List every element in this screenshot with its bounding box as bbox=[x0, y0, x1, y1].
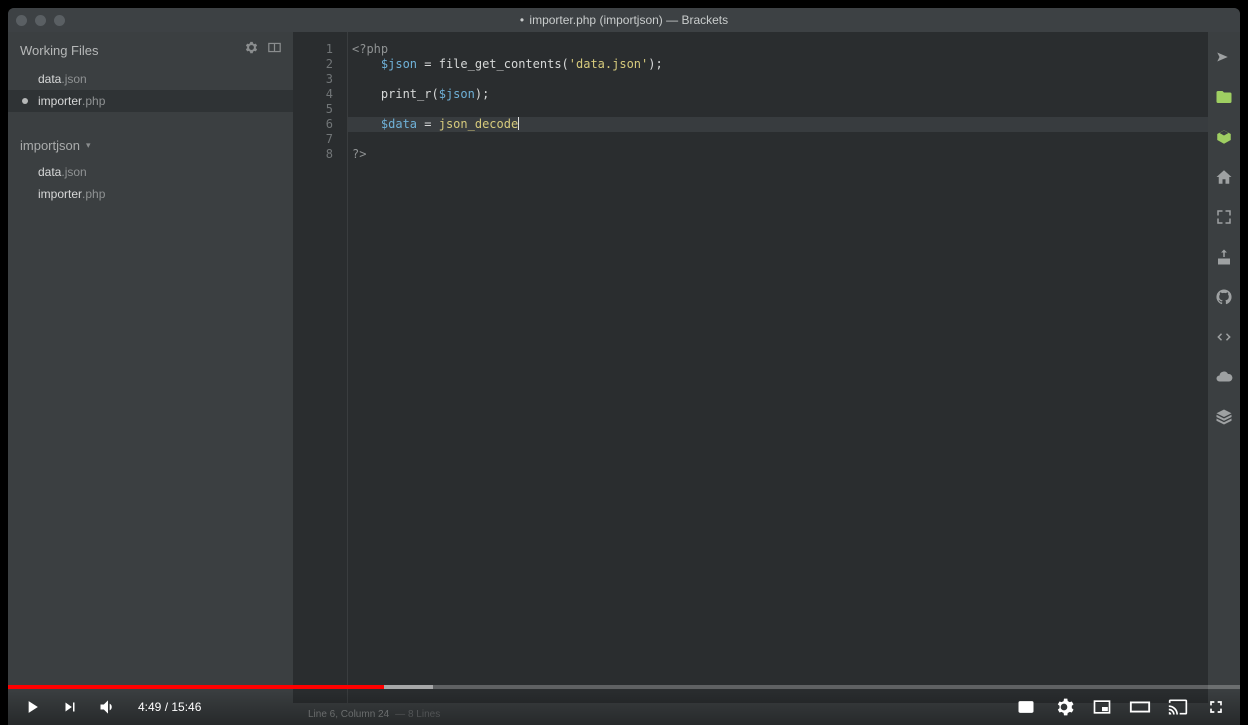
cloud-icon[interactable] bbox=[1215, 368, 1233, 386]
code-line[interactable]: $json = file_get_contents('data.json'); bbox=[348, 57, 1208, 72]
folder-icon[interactable] bbox=[1215, 88, 1233, 106]
code-line[interactable]: <?php bbox=[348, 42, 1208, 57]
line-number: 1 bbox=[293, 42, 347, 57]
code-line[interactable]: ?> bbox=[348, 147, 1208, 162]
working-files-header: Working Files bbox=[8, 32, 293, 68]
box-icon[interactable] bbox=[1215, 128, 1233, 146]
working-files-list: data.jsonimporter.php bbox=[8, 68, 293, 112]
main-area: Working Files data.jsonimporter.php impo… bbox=[8, 32, 1240, 703]
fullscreen-icon[interactable] bbox=[1215, 208, 1233, 226]
project-header[interactable]: importjson ▾ bbox=[8, 130, 293, 161]
dirty-indicator: • bbox=[520, 13, 524, 27]
settings-button[interactable] bbox=[1052, 695, 1076, 719]
sidebar: Working Files data.jsonimporter.php impo… bbox=[8, 32, 293, 703]
extension-rail bbox=[1208, 32, 1240, 703]
close-icon[interactable] bbox=[16, 15, 27, 26]
traffic-lights[interactable] bbox=[16, 15, 65, 26]
home-icon[interactable] bbox=[1215, 168, 1233, 186]
volume-button[interactable] bbox=[96, 695, 120, 719]
editor[interactable]: 12345678 <?php $json = file_get_contents… bbox=[293, 32, 1208, 703]
project-file-item[interactable]: data.json bbox=[8, 161, 293, 183]
fullscreen-button[interactable] bbox=[1204, 695, 1228, 719]
file-ext: .json bbox=[61, 165, 86, 179]
line-number: 4 bbox=[293, 87, 347, 102]
code-line[interactable] bbox=[348, 72, 1208, 87]
line-number: 7 bbox=[293, 132, 347, 147]
titlebar: • importer.php (importjson) — Brackets bbox=[8, 8, 1240, 32]
project-files-list: data.jsonimporter.php bbox=[8, 161, 293, 205]
code-line[interactable] bbox=[348, 132, 1208, 147]
extract-icon[interactable] bbox=[1215, 248, 1233, 266]
next-button[interactable] bbox=[58, 695, 82, 719]
gear-icon[interactable] bbox=[245, 41, 258, 59]
window-title: • importer.php (importjson) — Brackets bbox=[520, 13, 728, 27]
line-number: 6 bbox=[293, 117, 347, 132]
chevron-down-icon: ▾ bbox=[86, 140, 91, 151]
file-basename: importer bbox=[38, 187, 82, 201]
file-basename: data bbox=[38, 165, 61, 179]
line-number: 2 bbox=[293, 57, 347, 72]
split-view-icon[interactable] bbox=[268, 41, 281, 59]
file-basename: data bbox=[38, 72, 61, 86]
video-controls: 4:49 / 15:46 bbox=[8, 689, 1240, 725]
code-area[interactable]: <?php $json = file_get_contents('data.js… bbox=[348, 32, 1208, 703]
code-line[interactable]: print_r($json); bbox=[348, 87, 1208, 102]
file-basename: importer bbox=[38, 94, 82, 108]
captions-button[interactable] bbox=[1014, 695, 1038, 719]
video-time: 4:49 / 15:46 bbox=[138, 700, 201, 714]
bolt-icon[interactable] bbox=[1215, 48, 1233, 66]
file-ext: .php bbox=[82, 187, 105, 201]
file-ext: .php bbox=[82, 94, 105, 108]
working-file-item[interactable]: importer.php bbox=[8, 90, 293, 112]
working-file-item[interactable]: data.json bbox=[8, 68, 293, 90]
line-number: 5 bbox=[293, 102, 347, 117]
project-name: importjson bbox=[20, 138, 80, 153]
line-number: 3 bbox=[293, 72, 347, 87]
stack-icon[interactable] bbox=[1215, 408, 1233, 426]
miniplayer-button[interactable] bbox=[1090, 695, 1114, 719]
project-file-item[interactable]: importer.php bbox=[8, 183, 293, 205]
line-number: 8 bbox=[293, 147, 347, 162]
theater-button[interactable] bbox=[1128, 695, 1152, 719]
line-gutter: 12345678 bbox=[293, 32, 348, 703]
app-window: • importer.php (importjson) — Brackets W… bbox=[8, 8, 1240, 725]
file-ext: .json bbox=[61, 72, 86, 86]
working-files-label: Working Files bbox=[20, 43, 99, 58]
video-current-time: 4:49 bbox=[138, 700, 161, 714]
minimize-icon[interactable] bbox=[35, 15, 46, 26]
video-total-time: 15:46 bbox=[171, 700, 201, 714]
zoom-icon[interactable] bbox=[54, 15, 65, 26]
code-icon[interactable] bbox=[1215, 328, 1233, 346]
window-title-text: importer.php (importjson) — Brackets bbox=[529, 13, 728, 27]
play-button[interactable] bbox=[20, 695, 44, 719]
code-line[interactable] bbox=[348, 102, 1208, 117]
cast-button[interactable] bbox=[1166, 695, 1190, 719]
github-icon[interactable] bbox=[1215, 288, 1233, 306]
code-line[interactable]: $data = json_decode bbox=[348, 117, 1208, 132]
